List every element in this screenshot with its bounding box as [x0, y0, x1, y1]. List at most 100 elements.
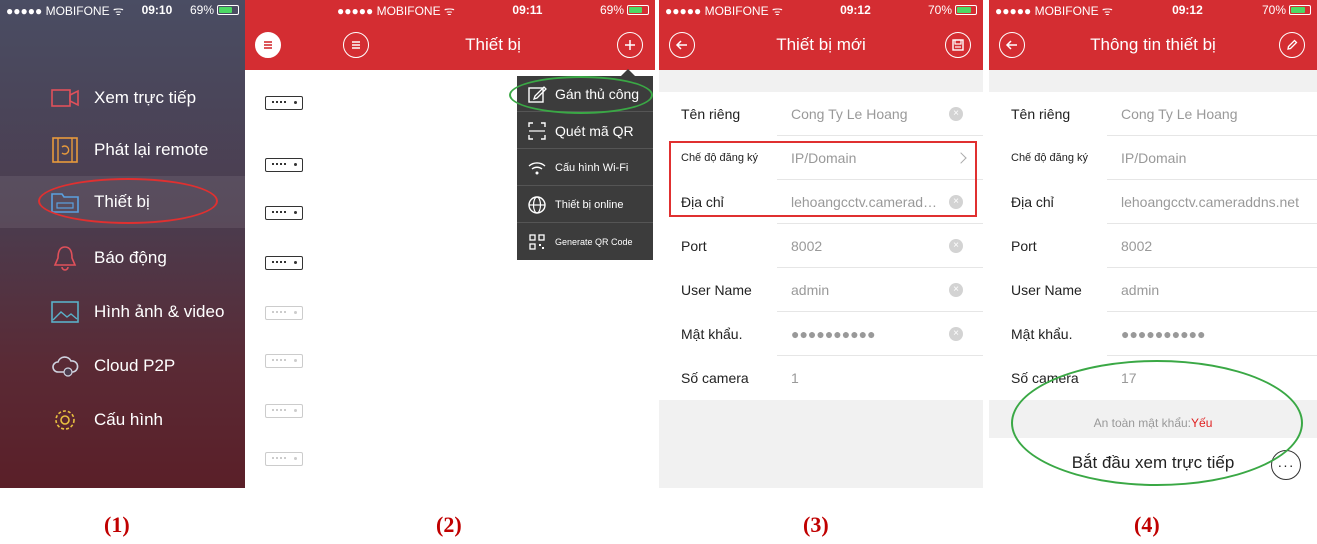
- dropdown-item-label: Quét mã QR: [555, 122, 634, 139]
- clear-icon[interactable]: ×: [949, 239, 963, 253]
- battery-icon: [955, 5, 977, 15]
- bell-icon: [48, 243, 82, 273]
- password-strength-label: An toàn mật khẩu:: [1093, 416, 1192, 430]
- save-icon[interactable]: [945, 32, 971, 58]
- clear-icon[interactable]: ×: [949, 327, 963, 341]
- menu-item-settings[interactable]: Cấu hình: [0, 394, 245, 446]
- field-label: User Name: [1011, 282, 1082, 298]
- carrier-label: ●●●●● MOBIFONE ᯤ: [337, 3, 455, 18]
- register-mode-value: IP/Domain: [1121, 150, 1187, 166]
- add-icon[interactable]: [617, 32, 643, 58]
- clear-icon[interactable]: ×: [949, 195, 963, 209]
- caption-screen-4: (4): [1134, 512, 1160, 537]
- camera-count-value[interactable]: 1: [791, 370, 799, 386]
- battery-percent: 69%: [189, 3, 214, 17]
- dropdown-item-generate-qr[interactable]: Generate QR Code: [517, 224, 653, 260]
- add-device-dropdown: Gán thủ công Quét mã QR Cấu hình Wi-Fi T…: [517, 69, 653, 260]
- camera-icon: [48, 83, 82, 113]
- menu-item-label: Hình ảnh & video: [94, 302, 225, 321]
- caption-screen-2: (2): [436, 512, 462, 537]
- field-camera-count: Số camera 17: [989, 356, 1317, 400]
- dvr-icon: [265, 452, 303, 466]
- field-label: Mật khẩu.: [1011, 326, 1073, 342]
- battery-indicator: 70%: [928, 3, 977, 17]
- menu-item-remote-playback[interactable]: Phát lại remote: [0, 124, 245, 176]
- screen-4-device-info: ●●●●● MOBIFONE ᯤ 09:12 70% Thông tin thi…: [989, 0, 1317, 488]
- navbar: Thông tin thiết bị: [989, 20, 1317, 70]
- menu-item-cloud-p2p[interactable]: Cloud P2P: [0, 340, 245, 392]
- dvr-icon: [265, 256, 303, 270]
- field-port: Port 8002: [989, 224, 1317, 268]
- camera-count-value: 17: [1121, 370, 1137, 386]
- more-icon[interactable]: ···: [1271, 450, 1301, 480]
- field-password[interactable]: Mật khẩu. ●●●●●●●●●● ×: [659, 312, 983, 356]
- edit-icon: [528, 85, 547, 103]
- menu-item-label: Thiết bị: [94, 192, 150, 211]
- dropdown-item-label: Cấu hình Wi-Fi: [555, 161, 629, 174]
- dropdown-item-scan-qr[interactable]: Quét mã QR: [517, 113, 653, 149]
- dropdown-item-label: Generate QR Code: [555, 237, 633, 247]
- dvr-icon: [265, 354, 303, 368]
- battery-icon: [1289, 5, 1311, 15]
- clear-icon[interactable]: ×: [949, 283, 963, 297]
- port-input[interactable]: 8002: [791, 238, 822, 254]
- carrier-label: ●●●●● MOBIFONE ᯤ: [6, 3, 124, 18]
- alias-input[interactable]: Cong Ty Le Hoang: [791, 106, 908, 122]
- caption-screen-1: (1): [104, 512, 130, 537]
- battery-percent: 70%: [1261, 3, 1286, 17]
- dvr-icon: [265, 96, 303, 110]
- password-input[interactable]: ●●●●●●●●●●: [791, 326, 876, 342]
- field-label: Số camera: [681, 370, 749, 386]
- menu-item-devices[interactable]: Thiết bị: [0, 176, 245, 228]
- password-strength: An toàn mật khẩu: Yếu: [989, 408, 1317, 438]
- dropdown-item-manual-add[interactable]: Gán thủ công: [517, 76, 653, 112]
- field-label: Port: [1011, 238, 1037, 254]
- page-title: Thông tin thiết bị: [1090, 35, 1216, 54]
- dropdown-item-online-device[interactable]: Thiết bị online: [517, 187, 653, 223]
- playback-icon: [48, 135, 82, 165]
- status-bar: ●●●●● MOBIFONE ᯤ 09:11 69%: [331, 0, 655, 20]
- back-icon[interactable]: [999, 32, 1025, 58]
- dropdown-item-wifi-config[interactable]: Cấu hình Wi-Fi: [517, 150, 653, 186]
- menu-item-live-view[interactable]: Xem trực tiếp: [0, 72, 245, 124]
- field-label: Địa chỉ: [1011, 194, 1054, 210]
- alias-value: Cong Ty Le Hoang: [1121, 106, 1238, 122]
- clock-label: 09:11: [512, 3, 543, 17]
- menu-item-alarm[interactable]: Báo động: [0, 232, 245, 284]
- field-register-mode[interactable]: Chế độ đăng ký IP/Domain: [659, 136, 983, 180]
- field-camera-count[interactable]: Số camera 1: [659, 356, 983, 400]
- edit-icon[interactable]: [1279, 32, 1305, 58]
- field-alias[interactable]: Tên riêng Cong Ty Le Hoang ×: [659, 92, 983, 136]
- gear-icon: [48, 405, 82, 435]
- menu-icon[interactable]: [343, 32, 369, 58]
- field-port[interactable]: Port 8002 ×: [659, 224, 983, 268]
- field-username[interactable]: User Name admin ×: [659, 268, 983, 312]
- globe-icon: [528, 195, 546, 214]
- screen-2-add-device-menu: ●●●●● MOBIFONE ᯤ 09:11 69% Thiết bị Gán …: [331, 0, 655, 488]
- clear-icon[interactable]: ×: [949, 107, 963, 121]
- menu-item-picture-video[interactable]: Hình ảnh & video: [0, 286, 245, 338]
- screen-1-side-menu: ●●●●● MOBIFONE ᯤ 09:10 69% Xem trực tiếp…: [0, 0, 331, 488]
- chevron-right-icon: [955, 152, 967, 164]
- clock-label: 09:12: [1172, 3, 1203, 17]
- battery-indicator: 69%: [190, 3, 239, 17]
- field-address[interactable]: Địa chỉ lehoangcctv.cameraddns.net ×: [659, 180, 983, 224]
- start-live-view-button[interactable]: Bắt đầu xem trực tiếp ···: [989, 438, 1317, 488]
- page-title: Thiết bị: [465, 35, 521, 54]
- qr-icon: [529, 234, 545, 250]
- field-label: User Name: [681, 282, 752, 298]
- carrier-label: ●●●●● MOBIFONE ᯤ: [995, 3, 1113, 18]
- register-mode-value[interactable]: IP/Domain: [791, 150, 856, 166]
- dropdown-item-label: Thiết bị online: [555, 198, 624, 211]
- menu-icon[interactable]: [255, 32, 281, 58]
- device-list-peek: [245, 0, 331, 488]
- username-input[interactable]: admin: [791, 282, 829, 298]
- back-icon[interactable]: [669, 32, 695, 58]
- field-label: Tên riêng: [681, 106, 741, 122]
- scan-icon: [528, 121, 546, 140]
- start-live-view-label: Bắt đầu xem trực tiếp: [1071, 453, 1235, 472]
- dvr-icon: [265, 206, 303, 220]
- address-input[interactable]: lehoangcctv.cameraddns.net: [791, 194, 943, 210]
- device-info-list: Tên riêng Cong Ty Le Hoang Chế độ đăng k…: [989, 92, 1317, 400]
- device-icon: [48, 187, 82, 217]
